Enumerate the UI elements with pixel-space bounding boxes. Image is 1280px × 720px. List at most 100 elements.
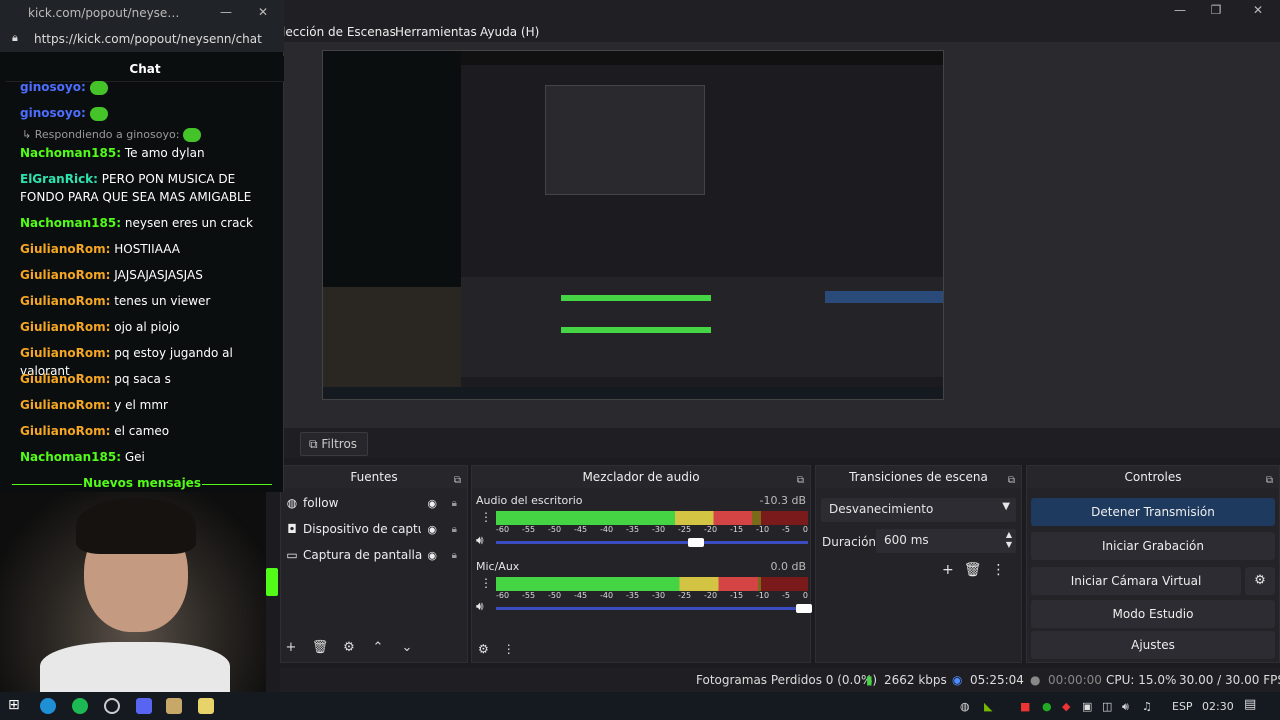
volume-slider-handle[interactable] <box>796 604 812 613</box>
app-icon[interactable] <box>198 698 214 714</box>
remove-transition-icon[interactable]: 🗑︎ <box>964 562 982 578</box>
mixer-menu-icon[interactable]: ⋮ <box>503 642 515 656</box>
duration-input[interactable]: 600 ms ▲ ▼ <box>876 529 1016 553</box>
volume-slider[interactable] <box>496 607 808 610</box>
notification-icon[interactable]: ▤ <box>1244 697 1256 712</box>
menu-scene-collection[interactable]: lección de Escenas <box>282 25 396 39</box>
clock[interactable]: 02:30 <box>1202 700 1234 713</box>
studio-mode-button[interactable]: Modo Estudio <box>1031 600 1275 628</box>
chat-username[interactable]: ginosoyo: <box>20 106 86 120</box>
menu-help[interactable]: Ayuda (H) <box>480 25 539 39</box>
transition-menu-icon[interactable]: ⋮ <box>992 562 1006 578</box>
meter-tick-label: -45 <box>574 591 588 600</box>
tray-chrome-icon[interactable]: ◍ <box>960 700 970 713</box>
chat-username[interactable]: ElGranRick: <box>20 172 98 186</box>
windows-taskbar: ⊞ ◍ ◣ ■ ● ◆ ▣ ◫ 🔊︎ ♫ ESP 02:30 ▤ <box>0 692 1280 720</box>
windows-start-icon[interactable]: ⊞ <box>8 697 24 713</box>
language-indicator[interactable]: ESP <box>1172 700 1193 713</box>
add-source-icon[interactable]: + <box>281 640 301 660</box>
speaker-icon[interactable]: 🔊︎ <box>476 599 484 614</box>
chat-username[interactable]: Nachoman185: <box>20 146 121 160</box>
chat-username[interactable]: GiulianoRom: <box>20 294 110 308</box>
move-up-icon[interactable]: ⌃ <box>368 640 388 660</box>
live-time: 05:25:04 <box>970 673 1024 687</box>
stream-preview[interactable] <box>322 50 944 400</box>
chat-popout-window: kick.com/popout/neyse… — ✕ 🔒︎ https://ki… <box>0 0 284 492</box>
lock-icon[interactable]: 🔒︎ <box>452 524 457 535</box>
spotify-icon[interactable] <box>72 698 88 714</box>
filters-button[interactable]: ⧉ Filtros <box>300 432 368 456</box>
chat-username[interactable]: GiulianoRom: <box>20 242 110 256</box>
filter-icon: ⧉ <box>309 437 322 451</box>
source-item-capture-device[interactable]: ◘ Dispositivo de captura ◉ 🔒︎ <box>281 516 467 542</box>
remove-source-icon[interactable]: 🗑︎ <box>310 640 330 660</box>
transitions-dock: Transiciones de escena ⧉ Desvanecimiento … <box>815 465 1022 663</box>
speaker-icon[interactable]: 🔊︎ <box>476 533 484 548</box>
undock-icon[interactable]: ⧉ <box>1008 470 1015 492</box>
maximize-icon[interactable]: ❐ <box>1206 2 1226 18</box>
tray-app-icon[interactable]: ● <box>1042 700 1052 713</box>
undock-icon[interactable]: ⧉ <box>1266 470 1273 492</box>
cpu-usage: CPU: 15.0% <box>1106 673 1177 687</box>
lock-icon[interactable]: 🔒︎ <box>452 498 457 509</box>
tray-nvidia-icon[interactable]: ◣ <box>984 700 992 713</box>
tray-app-icon[interactable]: ◆ <box>1062 700 1070 713</box>
close-icon[interactable]: ✕ <box>1248 2 1268 18</box>
source-item-follow[interactable]: ◍ follow ◉ 🔒︎ <box>281 490 467 516</box>
lock-icon[interactable]: 🔒︎ <box>452 550 457 561</box>
chat-username[interactable]: GiulianoRom: <box>20 398 110 412</box>
move-down-icon[interactable]: ⌄ <box>397 640 417 660</box>
controls-title-text: Controles <box>1124 470 1182 484</box>
volume-icon[interactable]: 🔊︎ <box>1122 700 1129 714</box>
source-item-screen-capture[interactable]: ▭ Captura de pantalla ◉ 🔒︎ <box>281 542 467 568</box>
menu-tools[interactable]: Herramientas <box>395 25 477 39</box>
meter-tick-label: -5 <box>782 525 790 534</box>
obs-studio-icon[interactable] <box>104 698 120 714</box>
source-properties-icon[interactable]: ⚙ <box>339 640 359 660</box>
visibility-eye-icon[interactable]: ◉ <box>427 549 437 562</box>
chat-username[interactable]: GiulianoRom: <box>20 320 110 334</box>
tray-app-icon[interactable]: ■ <box>1020 700 1030 713</box>
chat-url-bar[interactable]: 🔒︎ https://kick.com/popout/neysenn/chat <box>0 26 284 52</box>
obs-menubar: lección de Escenas Herramientas Ayuda (H… <box>280 22 1280 42</box>
advanced-audio-icon[interactable]: ⚙ <box>478 642 489 656</box>
network-icon[interactable]: ◫ <box>1102 700 1112 713</box>
volume-slider-handle[interactable] <box>688 538 704 547</box>
chat-username[interactable]: GiulianoRom: <box>20 424 110 438</box>
minimize-icon[interactable]: — <box>1170 2 1190 18</box>
duration-value: 600 ms <box>884 533 929 547</box>
visibility-eye-icon[interactable]: ◉ <box>427 523 437 536</box>
undock-icon[interactable]: ⧉ <box>797 470 804 492</box>
mixer-channel-db: 0.0 dB <box>770 560 806 573</box>
visibility-eye-icon[interactable]: ◉ <box>427 497 437 510</box>
start-recording-button[interactable]: Iniciar Grabación <box>1031 532 1275 560</box>
chat-username[interactable]: ginosoyo: <box>20 80 86 94</box>
meter-tick-label: -55 <box>522 525 536 534</box>
chat-username[interactable]: Nachoman185: <box>20 450 121 464</box>
stop-stream-button[interactable]: Detener Transmisión <box>1031 498 1275 526</box>
source-label: Captura de pantalla <box>303 548 423 562</box>
transition-select[interactable]: Desvanecimiento ▼ <box>821 498 1016 522</box>
settings-button[interactable]: Ajustes <box>1031 631 1275 659</box>
virtual-camera-settings-gear-icon[interactable]: ⚙ <box>1245 567 1275 595</box>
tray-app-icon[interactable]: ▣ <box>1082 700 1092 713</box>
minimize-icon[interactable]: — <box>220 5 232 19</box>
add-transition-icon[interactable]: + <box>942 562 954 578</box>
chat-username[interactable]: GiulianoRom: <box>20 346 110 360</box>
close-icon[interactable]: ✕ <box>258 5 268 19</box>
app-icon[interactable] <box>166 698 182 714</box>
chat-username[interactable]: GiulianoRom: <box>20 372 110 386</box>
discord-icon[interactable] <box>136 698 152 714</box>
new-messages-divider[interactable]: Nuevos mensajes <box>6 476 278 492</box>
chat-username[interactable]: GiulianoRom: <box>20 268 110 282</box>
edge-browser-icon[interactable] <box>40 698 56 714</box>
channel-menu-icon[interactable]: ⋮ <box>480 510 492 524</box>
spinner-arrows-icon[interactable]: ▲ ▼ <box>1006 530 1012 550</box>
volume-slider[interactable] <box>496 541 808 544</box>
virtual-camera-button[interactable]: Iniciar Cámara Virtual <box>1031 567 1241 595</box>
undock-icon[interactable]: ⧉ <box>454 470 461 492</box>
audio-mixer-dock: Mezclador de audio ⧉ ⚙ ⋮ Audio del escrit… <box>471 465 812 663</box>
channel-menu-icon[interactable]: ⋮ <box>480 576 492 590</box>
headset-icon[interactable]: ♫ <box>1142 700 1152 713</box>
chat-username[interactable]: Nachoman185: <box>20 216 121 230</box>
